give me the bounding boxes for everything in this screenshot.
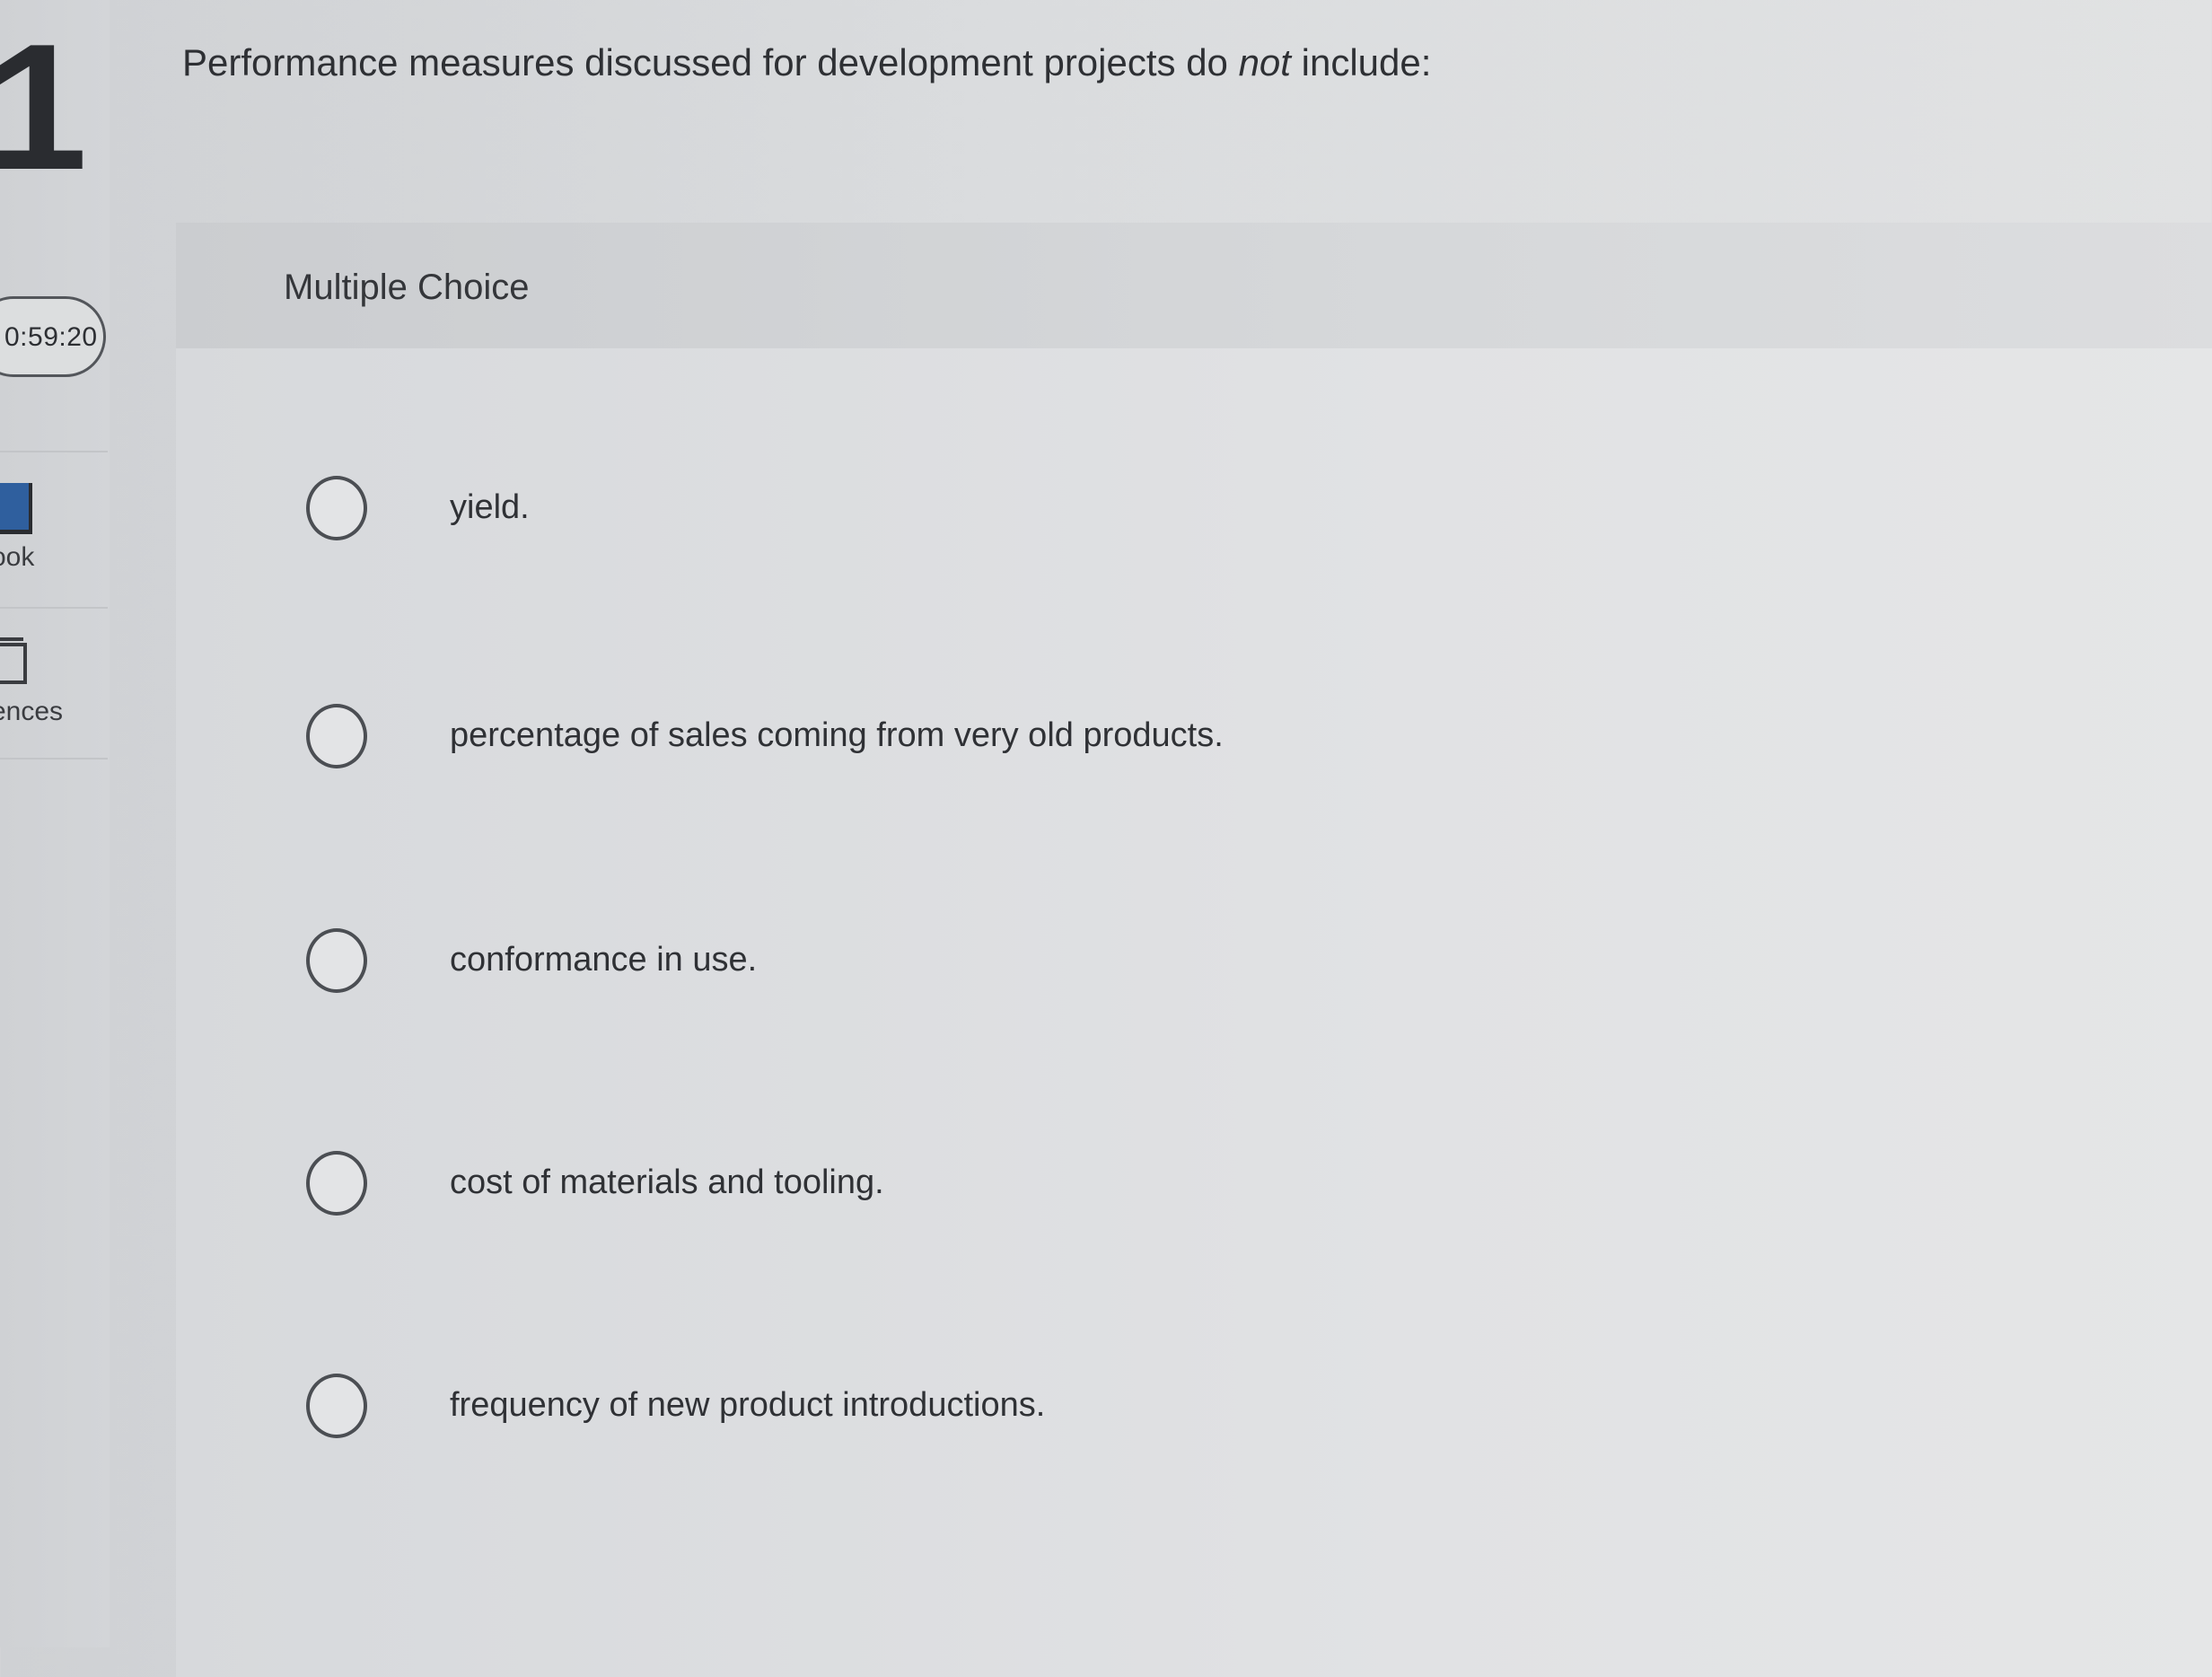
answer-option-label[interactable]: percentage of sales coming from very old…: [450, 716, 1224, 755]
answer-option-label[interactable]: conformance in use.: [450, 941, 757, 979]
radio-button[interactable]: [306, 476, 367, 540]
answer-panel: Multiple Choice yield. percentage of sal…: [176, 223, 2212, 1677]
left-rail: 1 0:59:20 ook ences: [0, 0, 110, 1647]
radio-button[interactable]: [306, 704, 367, 768]
answer-panel-header: Multiple Choice: [176, 223, 2212, 348]
rail-item-ebook[interactable]: ook: [0, 456, 108, 607]
question-text-after: include:: [1290, 41, 1432, 83]
answer-option[interactable]: yield.: [306, 476, 1922, 548]
question-prompt: Performance measures discussed for devel…: [182, 41, 1431, 84]
answer-option-label[interactable]: yield.: [450, 488, 530, 527]
answer-option[interactable]: cost of materials and tooling.: [306, 1151, 1922, 1223]
answer-option-label[interactable]: frequency of new product introductions.: [450, 1386, 1045, 1425]
timer-text: 0:59:20: [4, 322, 98, 352]
answer-option[interactable]: frequency of new product introductions.: [306, 1374, 1922, 1445]
radio-button[interactable]: [306, 1151, 367, 1216]
rail-item-label: ences: [0, 697, 64, 726]
radio-button[interactable]: [306, 1374, 367, 1438]
rail-divider: [0, 451, 108, 452]
question-number: 1: [0, 7, 88, 207]
rail-item-references[interactable]: ences: [0, 610, 108, 761]
book-icon: [0, 483, 32, 534]
question-type-label: Multiple Choice: [284, 268, 530, 307]
answer-option[interactable]: conformance in use.: [306, 928, 1922, 1000]
radio-button[interactable]: [306, 928, 367, 993]
question-emphasis: not: [1238, 41, 1291, 83]
answer-option[interactable]: percentage of sales coming from very old…: [306, 704, 1922, 776]
rail-divider: [0, 758, 108, 759]
rail-item-label: ook: [0, 542, 35, 572]
rail-divider: [0, 607, 108, 609]
references-icon: [0, 637, 27, 684]
question-text-before: Performance measures discussed for devel…: [182, 41, 1239, 83]
answer-option-label[interactable]: cost of materials and tooling.: [450, 1163, 884, 1202]
timer[interactable]: 0:59:20: [0, 296, 106, 377]
